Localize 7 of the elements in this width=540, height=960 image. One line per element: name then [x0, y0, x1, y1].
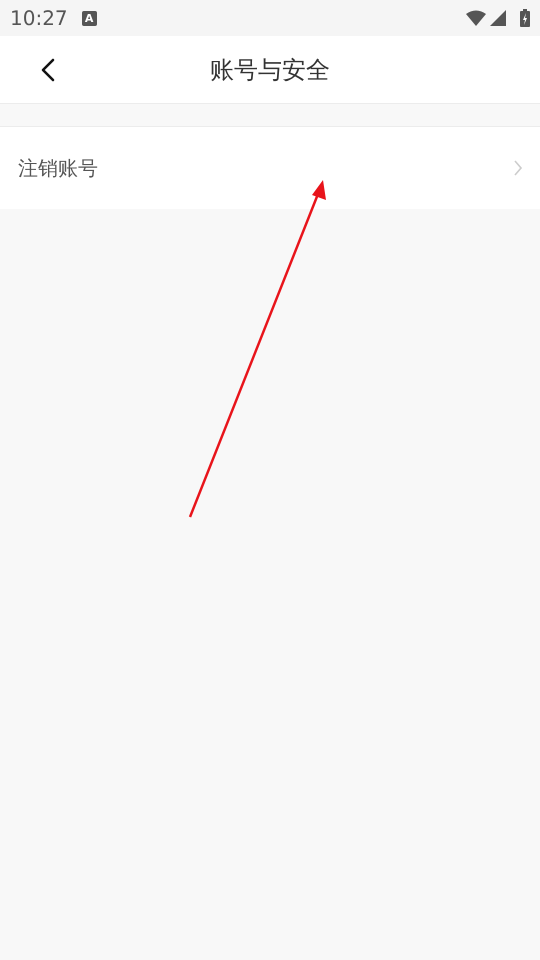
- battery-icon: [520, 9, 530, 27]
- chevron-icon: [514, 160, 522, 176]
- signal-icon: [490, 10, 506, 26]
- notification-icon: A: [82, 10, 97, 26]
- status-time: 10:27: [10, 6, 68, 30]
- page-title: 账号与安全: [210, 54, 330, 86]
- wifi-icon: [466, 10, 486, 26]
